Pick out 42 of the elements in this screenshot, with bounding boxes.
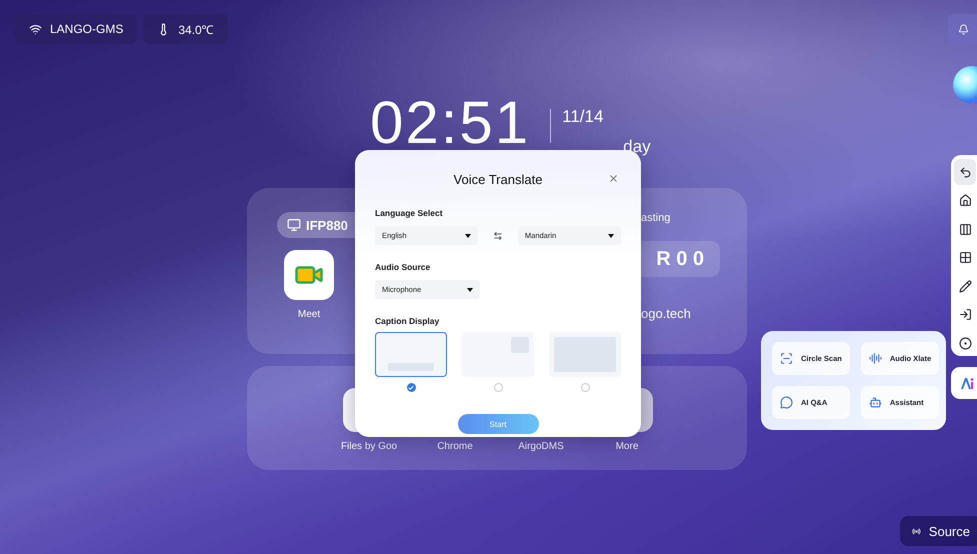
check-icon	[408, 384, 414, 390]
source-button[interactable]: Source	[900, 516, 977, 546]
input-icon	[958, 308, 972, 321]
clock-time: 02:51	[370, 97, 530, 149]
app-label: AirgoDMS	[518, 441, 564, 452]
app-label: More	[616, 441, 638, 452]
audio-icon	[868, 352, 882, 365]
ai-button[interactable]	[951, 367, 977, 399]
toolbar-button[interactable]	[954, 159, 976, 185]
radio-button[interactable]	[494, 383, 502, 392]
wifi-icon	[29, 22, 42, 36]
casting-label: asting	[641, 212, 672, 224]
casting-url: ogo.tech	[641, 306, 692, 321]
robot-icon	[868, 396, 882, 408]
date-text: 11/14	[562, 107, 604, 127]
app-label: Meet	[298, 309, 320, 320]
radio-button[interactable]	[406, 383, 416, 392]
radio-button[interactable]	[580, 383, 590, 392]
ai-logo-icon	[960, 376, 974, 390]
dialog-title: Voice Translate	[454, 172, 542, 186]
section-label: Audio Source	[375, 262, 432, 272]
device-name: IFP880	[306, 218, 348, 232]
apps-icon	[958, 251, 972, 264]
app-label: Files by Goo	[340, 441, 398, 452]
app-icon[interactable]	[284, 250, 334, 300]
caption-layout-option[interactable]	[375, 332, 447, 377]
columns-icon	[958, 222, 972, 236]
close-icon	[608, 173, 619, 184]
section-label: Caption Display	[375, 316, 440, 326]
monitor-icon	[287, 218, 301, 232]
app-label: Chrome	[437, 441, 473, 452]
bell-icon	[958, 24, 969, 34]
status-label: 34.0℃	[178, 22, 214, 38]
home-icon	[958, 194, 972, 207]
image-scan-icon	[780, 352, 793, 365]
section-label: Language Select	[375, 208, 444, 218]
chat-icon	[780, 396, 793, 408]
swap-icon[interactable]	[493, 230, 503, 240]
pencil-icon	[958, 280, 972, 292]
status-label: LANGO-GMS	[50, 22, 124, 36]
back-icon	[958, 166, 972, 178]
notification-button[interactable]	[948, 14, 977, 44]
